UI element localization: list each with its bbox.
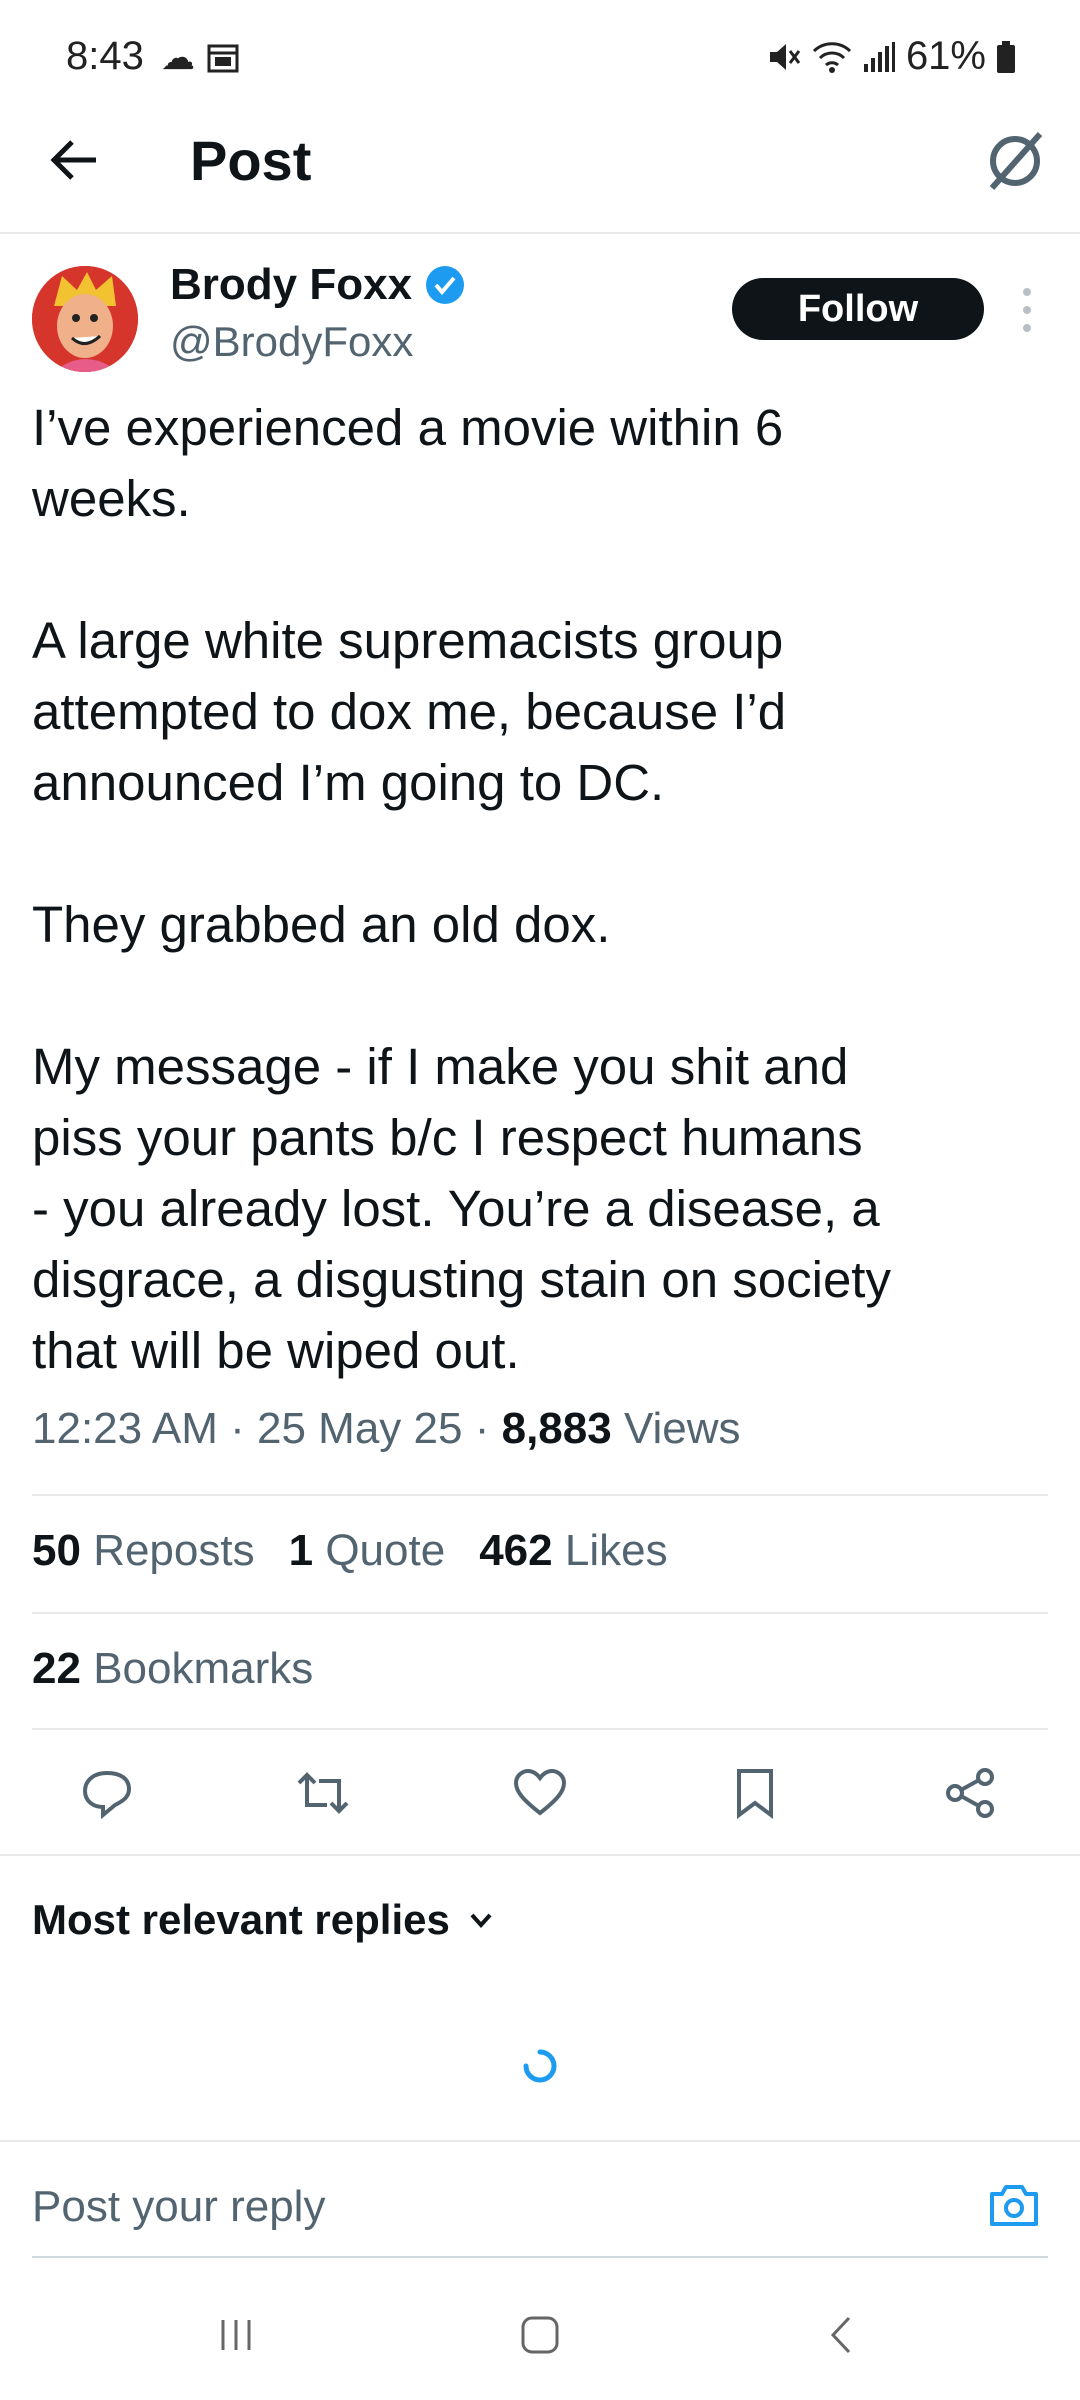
actions-divider [0, 1854, 1080, 1856]
post-meta: 12:23 AM · 25 May 25 · 8,883 Views [32, 1404, 741, 1453]
header-divider [0, 232, 1080, 234]
views-count: 8,883 [501, 1404, 612, 1453]
more-options-button[interactable] [1010, 280, 1044, 340]
camera-button[interactable] [986, 2178, 1042, 2234]
mute-icon [769, 43, 801, 70]
spinner-icon [523, 2049, 557, 2083]
recent-apps-icon [221, 2320, 251, 2350]
replies-sort-dropdown[interactable]: Most relevant replies [32, 1896, 496, 1944]
cloud-icon: ☁ [160, 39, 195, 77]
back-nav-button[interactable] [792, 2290, 892, 2380]
author-name[interactable]: Brody Foxx [170, 260, 466, 310]
camera-icon [990, 2185, 1038, 2226]
quotes-stat[interactable]: 1 Quote [289, 1526, 446, 1576]
chevron-down-icon [470, 1913, 492, 1928]
share-button[interactable] [936, 1758, 1006, 1828]
bookmark-button[interactable] [720, 1758, 790, 1828]
post-date: 25 May 25 [257, 1404, 463, 1453]
bookmark-icon [737, 1769, 773, 1819]
author-handle[interactable]: @BrodyFoxx [170, 318, 413, 366]
like-button[interactable] [505, 1758, 575, 1828]
status-time: 8:43 ☁ [66, 34, 240, 79]
back-nav-icon [830, 2316, 851, 2354]
likes-stat[interactable]: 462 Likes [479, 1526, 667, 1576]
views-label: Views [623, 1404, 741, 1453]
avatar-image [32, 266, 138, 372]
meta-divider [32, 1494, 1048, 1496]
grok-button[interactable] [980, 126, 1050, 196]
repost-button[interactable] [288, 1758, 358, 1828]
stats-divider [32, 1612, 1048, 1614]
more-vertical-icon [1023, 288, 1031, 332]
share-icon [946, 1768, 994, 1818]
avatar[interactable] [32, 266, 138, 372]
loading-spinner [518, 2044, 562, 2088]
reply-button[interactable] [72, 1758, 142, 1828]
engagement-stats: 50 Reposts 1 Quote 462 Likes [32, 1526, 668, 1576]
bookmarks-stat[interactable]: 22 Bookmarks [32, 1644, 313, 1694]
home-icon [521, 2316, 559, 2354]
follow-button[interactable]: Follow [732, 278, 984, 340]
reposts-stat[interactable]: 50 Reposts [32, 1526, 255, 1576]
signal-icon [863, 41, 895, 72]
back-arrow-icon [50, 140, 96, 180]
home-button[interactable] [490, 2290, 590, 2380]
post-text: I’ve experienced a movie within 6 weeks.… [32, 399, 891, 1379]
reply-underline [32, 2256, 1048, 2258]
battery-percent: 61% [905, 34, 986, 78]
like-icon [513, 1768, 567, 1816]
status-icons: 61% [766, 34, 1016, 79]
calendar-icon [207, 44, 239, 73]
back-button[interactable] [44, 130, 104, 190]
post-time: 12:23 AM [32, 1404, 218, 1453]
bookmarks-divider [32, 1728, 1048, 1730]
verified-badge-icon [426, 266, 465, 304]
repost-icon [297, 1772, 349, 1814]
recent-apps-button[interactable] [186, 2290, 286, 2380]
reply-top-divider [0, 2140, 1080, 2142]
page-title: Post [190, 129, 312, 192]
battery-icon [997, 40, 1015, 73]
reply-input[interactable]: Post your reply [32, 2182, 325, 2232]
grok-icon [989, 132, 1043, 190]
wifi-icon [812, 41, 851, 73]
reply-icon [82, 1770, 132, 1820]
